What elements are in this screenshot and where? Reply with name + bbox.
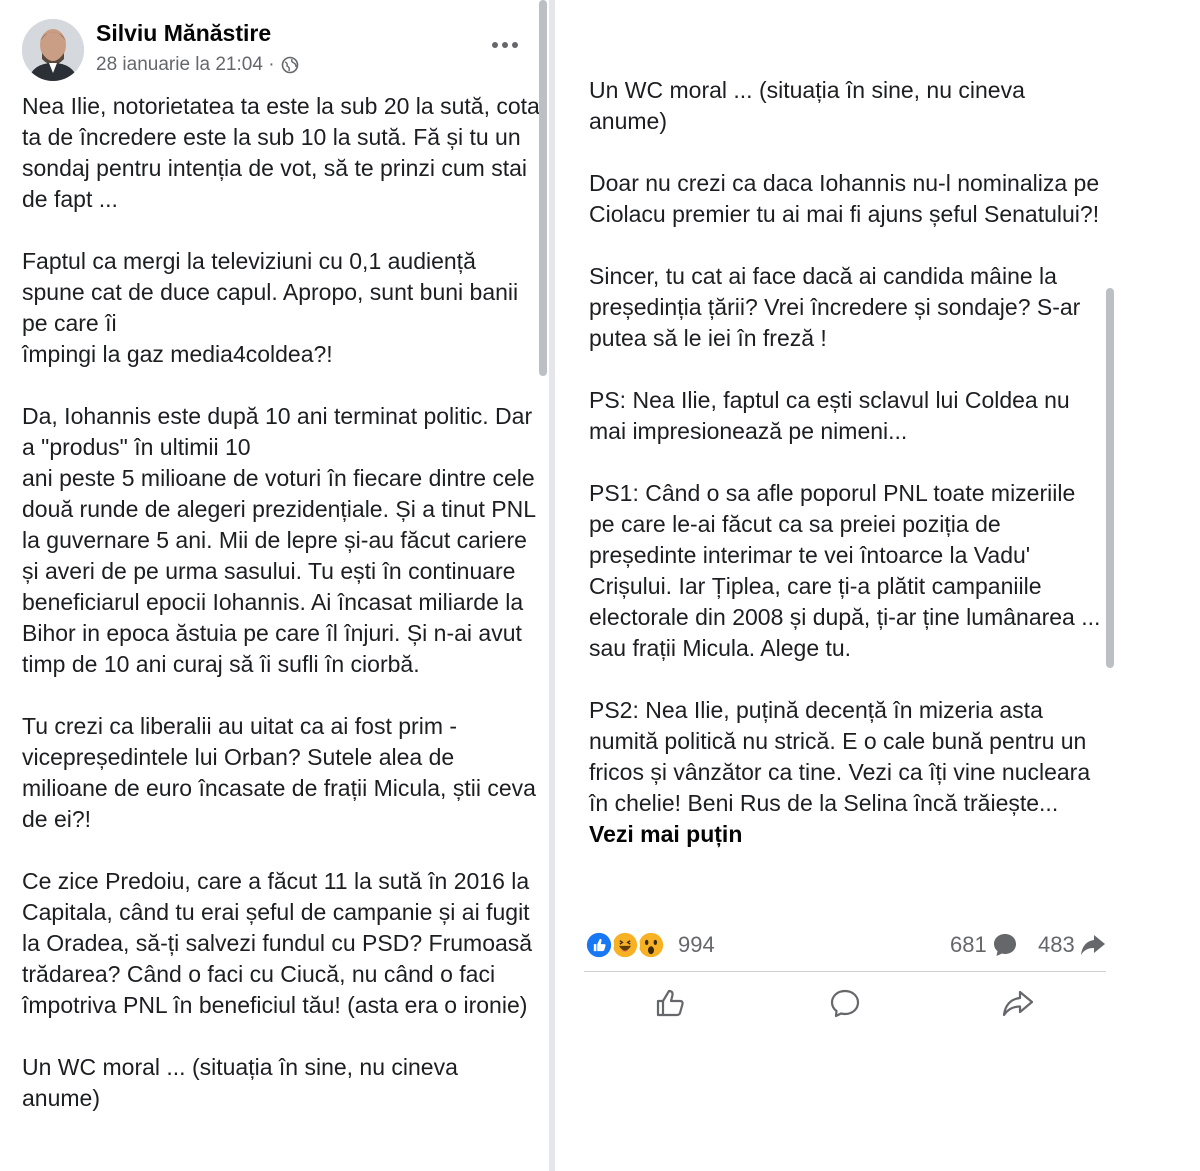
comment-button[interactable] — [825, 985, 865, 1021]
actions-divider — [584, 971, 1106, 972]
haha-icon — [610, 930, 640, 960]
globe-icon — [281, 56, 298, 74]
paragraph: Ce zice Predoiu, care a făcut 11 la sută… — [22, 868, 533, 1018]
paragraph: Nea Ilie, notorietatea ta este la sub 20… — [22, 93, 540, 212]
post-text-right: Un WC moral ... (situația în sine, nu ci… — [589, 75, 1104, 850]
comment-bubble-icon — [830, 989, 860, 1018]
paragraph: Un WC moral ... (situația în sine, nu ci… — [589, 77, 1025, 134]
author-avatar[interactable] — [22, 19, 84, 81]
paragraph: PS2: Nea Ilie, puțină decență în mizeria… — [589, 697, 1091, 847]
wow-icon — [636, 930, 666, 960]
avatar-photo — [22, 19, 84, 81]
paragraph: Doar nu crezi ca daca Iohannis nu-l nomi… — [589, 170, 1100, 227]
post-meta: 28 ianuarie la 21:04 · — [96, 54, 299, 76]
author-name[interactable]: Silviu Mănăstire — [96, 20, 271, 47]
left-scrollbar[interactable] — [539, 0, 547, 376]
post-text-left: Nea Ilie, notorietatea ta este la sub 20… — [22, 91, 540, 1114]
paragraph: Un WC moral ... (situația în sine, nu ci… — [22, 1054, 458, 1111]
see-less-link[interactable]: Vezi mai puțin — [589, 821, 742, 847]
paragraph: Sincer, tu cat ai face dacă ai candida m… — [589, 263, 1081, 351]
comment-count[interactable]: 681 — [950, 932, 987, 958]
more-options-icon — [492, 42, 518, 48]
like-button[interactable] — [651, 985, 691, 1021]
share-count[interactable]: 483 — [1038, 932, 1075, 958]
post-timestamp[interactable]: 28 ianuarie la 21:04 · — [96, 54, 275, 76]
like-icon — [584, 930, 614, 960]
engagement-bar: 994 681 483 — [584, 928, 1106, 964]
share-arrow-icon — [1002, 990, 1034, 1017]
paragraph: PS: Nea Ilie, faptul ca ești sclavul lui… — [589, 387, 1070, 444]
right-scrollbar[interactable] — [1106, 288, 1114, 668]
share-button[interactable] — [998, 985, 1038, 1021]
paragraph: Tu crezi ca liberalii au uitat ca ai fos… — [22, 713, 536, 832]
reaction-icons[interactable] — [584, 930, 674, 962]
thumbs-up-icon — [656, 989, 684, 1017]
paragraph: PS1: Când o sa afle poporul PNL toate mi… — [589, 480, 1101, 661]
share-count-icon — [1081, 935, 1105, 955]
comment-count-icon — [994, 934, 1016, 956]
post-options-button[interactable] — [488, 30, 522, 60]
paragraph: Da, Iohannis este după 10 ani terminat p… — [22, 403, 536, 677]
paragraph: Faptul ca mergi la televiziuni cu 0,1 au… — [22, 248, 519, 367]
reaction-count[interactable]: 994 — [678, 932, 715, 958]
